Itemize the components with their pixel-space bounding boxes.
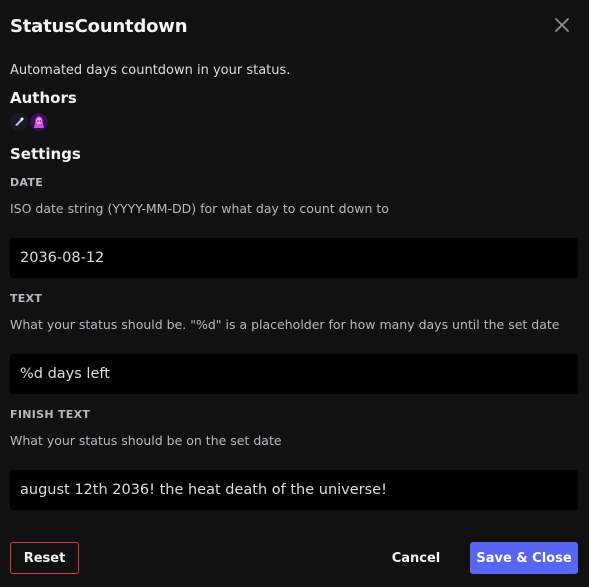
finish-text-note: What your status should be on the set da… (10, 433, 282, 448)
close-button[interactable] (549, 14, 575, 40)
save-and-close-button[interactable]: Save & Close (470, 542, 578, 574)
close-icon (554, 17, 570, 37)
author-avatar-1[interactable] (10, 113, 28, 131)
text-input[interactable] (10, 354, 578, 394)
date-note: ISO date string (YYYY-MM-DD) for what da… (10, 201, 389, 216)
settings-heading: Settings (10, 145, 81, 163)
plugin-description: Automated days countdown in your status. (10, 63, 291, 78)
author-avatar-icon (30, 113, 48, 131)
date-input[interactable] (10, 238, 578, 278)
finish-text-input[interactable] (10, 470, 578, 510)
authors-list (10, 113, 48, 131)
reset-button[interactable]: Reset (10, 542, 79, 574)
modal-title: StatusCountdown (10, 16, 188, 37)
author-avatar-2[interactable] (30, 113, 48, 131)
authors-heading: Authors (10, 89, 77, 107)
author-avatar-icon (10, 113, 28, 131)
text-note: What your status should be. "%d" is a pl… (10, 317, 560, 332)
date-label: DATE (10, 176, 44, 189)
text-label: TEXT (10, 292, 43, 305)
cancel-button[interactable]: Cancel (384, 542, 448, 574)
plugin-settings-modal: StatusCountdown Automated days countdown… (0, 0, 589, 587)
finish-text-label: FINISH TEXT (10, 408, 91, 421)
